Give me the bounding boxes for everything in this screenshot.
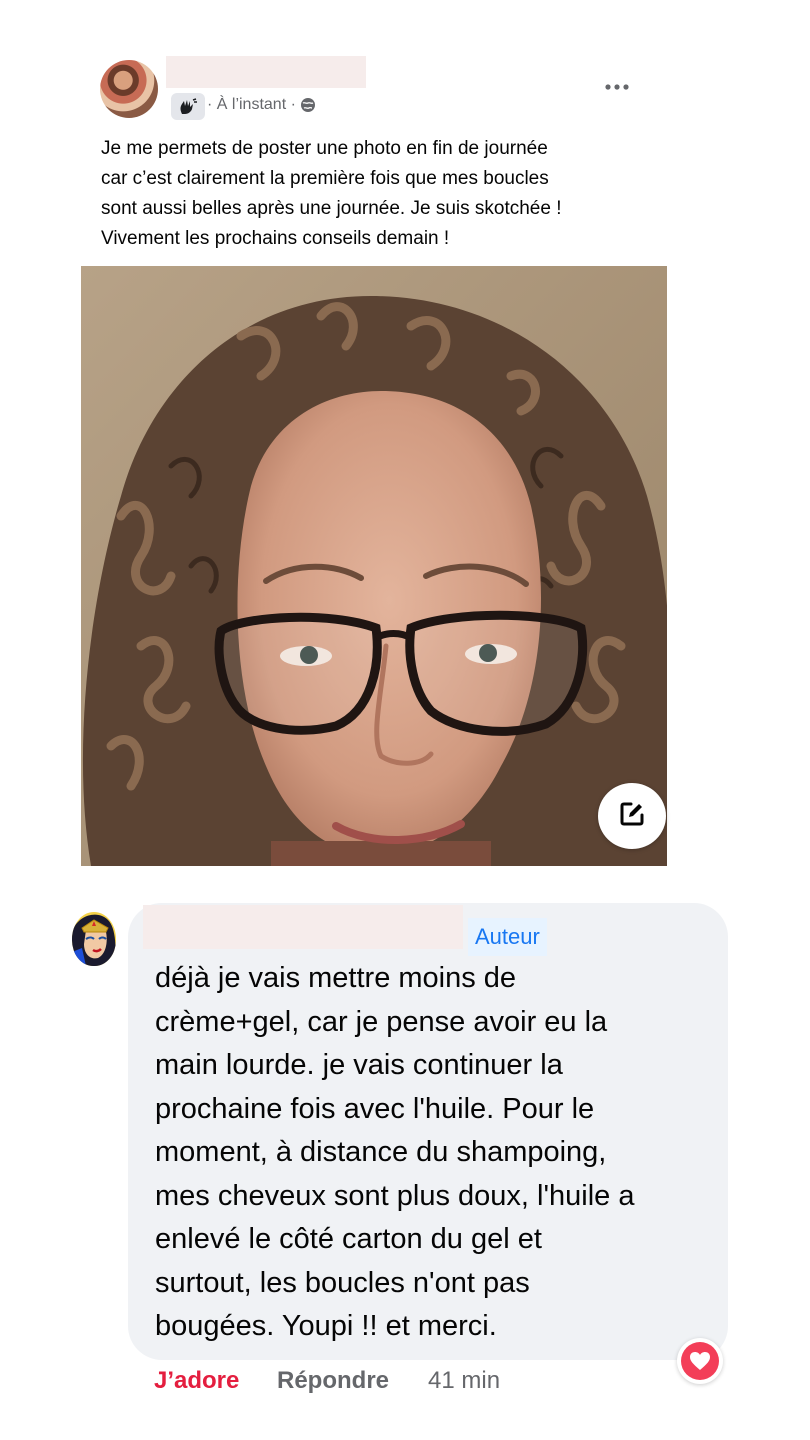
post-text-line: Je me permets de poster une photo en fin… — [101, 138, 548, 159]
comment-text-line: prochaine fois avec l'huile. Pour le — [155, 1092, 595, 1125]
comment-text-line: crème+gel, car je pense avoir eu la — [155, 1005, 608, 1038]
globe-icon — [300, 97, 316, 113]
comment-text-line: déjà je vais mettre moins de — [155, 962, 517, 994]
poster-name-redacted — [166, 56, 366, 88]
comment-text-line: bougées. Youpi !! et merci. — [155, 1310, 497, 1342]
comment-text-line: moment, à distance du shampoing, — [155, 1136, 607, 1168]
comment-text-line: mes cheveux sont plus doux, l'huile a — [155, 1179, 635, 1212]
comment-text-line: enlevé le côté carton du gel et — [155, 1223, 542, 1255]
post-time[interactable]: · À l’instant · — [207, 96, 296, 114]
like-action[interactable]: J’adore — [154, 1366, 239, 1396]
heart-reaction-circle — [681, 1342, 719, 1380]
reply-action[interactable]: Répondre — [277, 1366, 389, 1396]
edit-icon — [617, 799, 647, 834]
comment-text-line: main lourde. je vais continuer la — [155, 1049, 563, 1081]
commenter-name-redacted — [143, 905, 463, 949]
more-options-icon[interactable] — [600, 74, 634, 100]
heart-reaction-icon[interactable] — [677, 1338, 723, 1384]
group-icon[interactable] — [171, 93, 205, 120]
edit-photo-button[interactable] — [598, 783, 666, 849]
comment-text-line: surtout, les boucles n'ont pas — [155, 1266, 530, 1299]
post-text: Je me permets de poster une photo en fin… — [101, 134, 661, 254]
post-text-line: sont aussi belles après une journée. Je … — [101, 198, 562, 219]
post-text-line: Vivement les prochains conseils demain ! — [101, 228, 450, 249]
poster-avatar[interactable] — [100, 60, 158, 118]
commenter-avatar[interactable] — [72, 912, 116, 966]
comment-time[interactable]: 41 min — [428, 1366, 500, 1396]
post-text-line: car c’est clairement la première fois qu… — [101, 168, 549, 189]
comment-text: déjà je vais mettre moins de crème+gel, … — [155, 957, 715, 1349]
author-badge: Auteur — [468, 918, 547, 956]
post-photo[interactable] — [81, 266, 667, 866]
post-meta: · À l’instant · — [207, 96, 316, 114]
